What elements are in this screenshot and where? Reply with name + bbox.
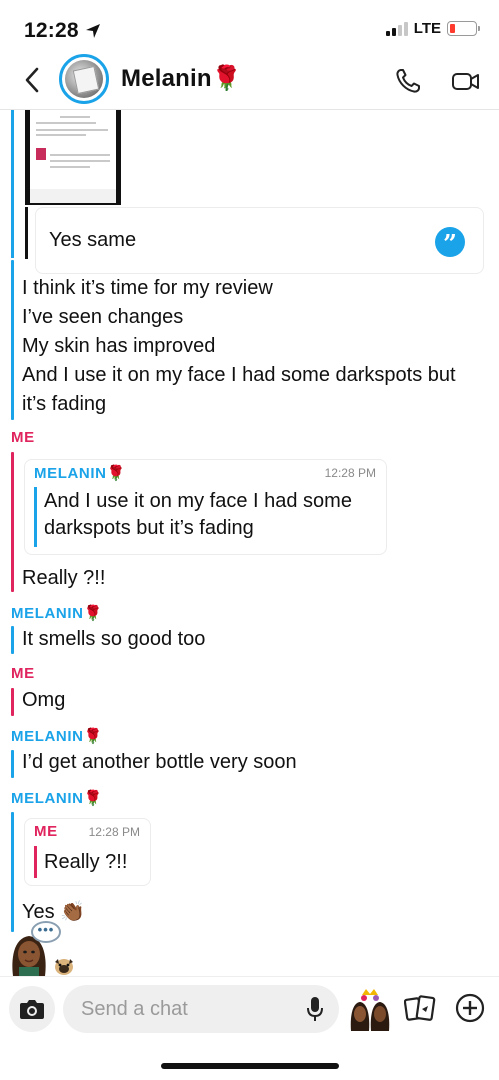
chat-header: Melanin🌹 xyxy=(0,52,499,110)
reply-time: 12:28 PM xyxy=(88,825,140,839)
quoted-media-thumbnail[interactable] xyxy=(25,110,121,205)
reply-time: 12:28 PM xyxy=(324,466,376,480)
rose-emoji: 🌹 xyxy=(211,64,242,92)
pug-icon xyxy=(55,959,73,975)
battery-icon xyxy=(447,21,480,36)
contact-name: Melanin xyxy=(121,65,212,92)
signal-icon xyxy=(385,21,408,36)
quoted-text: Really ?!! xyxy=(44,851,128,873)
message-text: I’d get another bottle very soon xyxy=(22,751,297,773)
camera-button[interactable] xyxy=(9,986,55,1032)
plus-icon[interactable] xyxy=(455,993,485,1023)
message-text: Really ?!! xyxy=(22,567,106,589)
quoted-reply-card[interactable]: Yes same ” xyxy=(35,207,484,274)
quoted-text-line: darkspots but it’s fading xyxy=(44,517,254,539)
message-line: I’ve seen changes xyxy=(22,306,184,328)
them-bar xyxy=(11,110,14,258)
status-time-group: 12:28 xyxy=(24,19,101,43)
quoted-text-line: And I use it on my face I had some xyxy=(44,490,352,512)
phone-icon[interactable] xyxy=(393,66,423,96)
home-indicator xyxy=(161,1063,339,1069)
quoted-sender: MELANIN🌹 xyxy=(34,464,126,482)
clap-emoji: 👏🏾 xyxy=(60,899,86,923)
sender-label-them: MELANIN🌹 xyxy=(11,727,103,745)
chat-input[interactable] xyxy=(81,985,291,1033)
sender-label-them: MELANIN🌹 xyxy=(11,789,103,807)
sender-label-me: ME xyxy=(11,665,35,682)
status-time: 12:28 xyxy=(24,19,79,42)
message-line: I think it’s time for my review xyxy=(22,277,273,299)
network-label: LTE xyxy=(413,20,441,37)
quote-bar xyxy=(25,207,28,259)
microphone-icon[interactable] xyxy=(306,996,324,1022)
me-bar xyxy=(11,688,14,716)
them-bar xyxy=(11,750,14,778)
message-line: And I use it on my face I had some darks… xyxy=(22,364,456,386)
chat-input-container[interactable] xyxy=(63,985,339,1033)
chat-title[interactable]: Melanin🌹 xyxy=(121,64,242,93)
message-list[interactable]: Yes same ” I think it’s time for my revi… xyxy=(0,110,499,976)
them-bar xyxy=(11,812,14,932)
them-bar xyxy=(11,260,14,420)
reply-quote-card[interactable]: ME 12:28 PM Really ?!! xyxy=(24,818,151,886)
message-line: it’s fading xyxy=(22,393,107,415)
sender-label-me: ME xyxy=(11,429,35,446)
camera-icon xyxy=(20,1000,44,1019)
status-right: LTE xyxy=(385,20,480,37)
me-bar xyxy=(11,452,14,592)
reply-quote-card[interactable]: MELANIN🌹 12:28 PM And I use it on my fac… xyxy=(24,459,387,555)
location-arrow-icon xyxy=(85,24,100,38)
message-text: It smells so good too xyxy=(22,628,206,650)
typing-bubble: ••• xyxy=(31,921,61,943)
message-line: My skin has improved xyxy=(22,335,216,357)
status-bar: 12:28 LTE xyxy=(0,0,499,55)
back-chevron-icon[interactable] xyxy=(22,66,42,94)
quoted-sender: ME xyxy=(34,823,58,840)
them-bar xyxy=(11,626,14,654)
contact-avatar[interactable] xyxy=(59,54,109,104)
cards-icon[interactable] xyxy=(404,994,436,1024)
bitmoji-icon[interactable] xyxy=(350,989,390,1031)
quoted-reply-text: Yes same xyxy=(49,229,137,251)
message-text: Omg xyxy=(22,689,66,711)
quote-reply-icon: ” xyxy=(435,227,465,258)
video-icon[interactable] xyxy=(450,66,482,96)
sender-label-them: MELANIN🌹 xyxy=(11,604,103,622)
